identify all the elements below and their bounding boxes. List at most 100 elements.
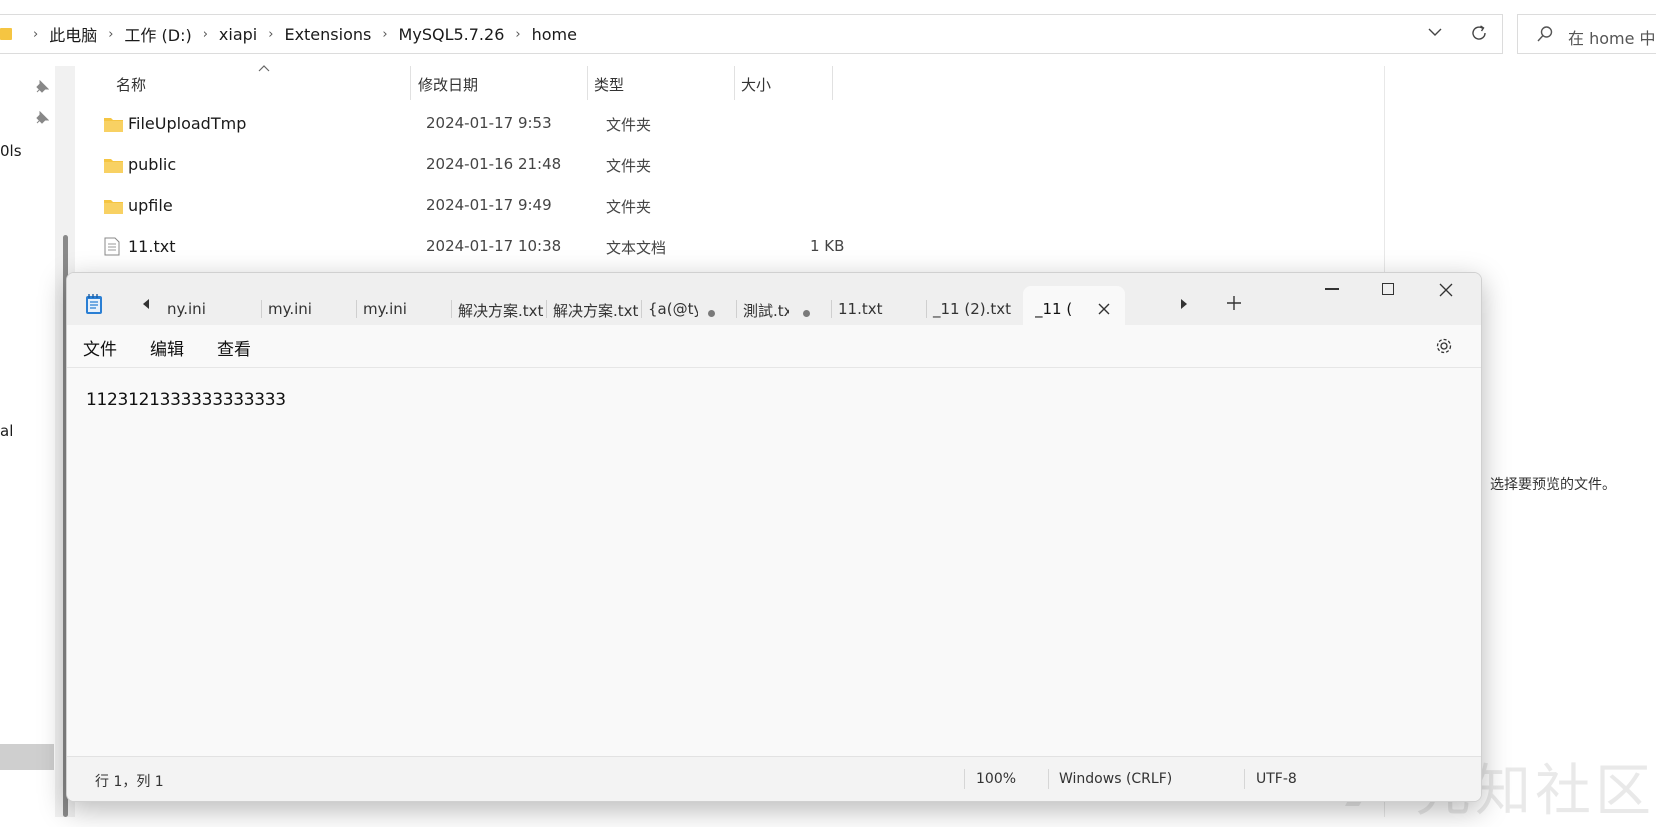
tab-label: my.ini xyxy=(268,300,312,318)
column-divider[interactable] xyxy=(410,66,411,100)
column-header-type[interactable]: 类型 xyxy=(594,74,624,95)
chevron-right-icon[interactable]: › xyxy=(268,27,273,42)
column-divider[interactable] xyxy=(734,66,735,100)
notepad-window[interactable]: ny.ini my.ini my.ini 解决方案.txt 解决方案.txt {… xyxy=(66,272,1482,802)
unsaved-dot-icon xyxy=(803,310,810,317)
column-header-size[interactable]: 大小 xyxy=(741,74,771,95)
chevron-right-icon[interactable]: › xyxy=(382,27,387,42)
tab[interactable]: ny.ini xyxy=(167,286,262,325)
text-editor[interactable]: 1123121333333333333 xyxy=(67,368,1481,756)
search-placeholder: 在 home 中搜 xyxy=(1568,29,1656,48)
pin-icon[interactable] xyxy=(35,80,49,94)
sort-up-icon xyxy=(258,65,270,72)
column-divider[interactable] xyxy=(587,66,588,100)
folder-icon xyxy=(104,118,123,132)
menu-file[interactable]: 文件 xyxy=(83,335,117,360)
gear-icon[interactable] xyxy=(1435,337,1453,355)
file-type: 文件夹 xyxy=(606,116,652,134)
tab-label: 解决方案.txt xyxy=(553,302,639,320)
title-bar[interactable]: ny.ini my.ini my.ini 解决方案.txt 解决方案.txt {… xyxy=(67,273,1481,325)
editor-content[interactable]: 1123121333333333333 xyxy=(86,390,286,410)
status-divider xyxy=(1048,769,1049,789)
menu-edit[interactable]: 编辑 xyxy=(150,335,184,360)
column-header-date[interactable]: 修改日期 xyxy=(418,74,478,95)
breadcrumb-item[interactable]: 此电脑 xyxy=(49,22,97,46)
tab-label: 解决方案.txt xyxy=(458,302,544,320)
tab[interactable]: my.ini xyxy=(357,286,452,325)
folder-icon xyxy=(104,159,123,173)
column-header-name[interactable]: 名称 xyxy=(116,74,146,95)
file-date: 2024-01-17 9:49 xyxy=(426,196,552,214)
tab-label: 11.txt xyxy=(838,300,883,318)
tab-scroll-right-icon[interactable] xyxy=(1179,299,1189,309)
tab-label: 測試.tx xyxy=(743,302,789,320)
tab-label: _11 (2).txt xyxy=(933,300,1012,318)
file-row[interactable]: 11.txt 2024-01-17 10:38 文本文档 1 KB xyxy=(104,227,1384,267)
file-row[interactable]: upfile 2024-01-17 9:49 文件夹 xyxy=(104,186,1384,226)
tab-label: my.ini xyxy=(363,300,407,318)
chevron-right-icon[interactable]: › xyxy=(515,27,520,42)
tab[interactable]: 測試.tx xyxy=(737,286,832,325)
chevron-right-icon[interactable]: › xyxy=(203,27,208,42)
file-size: 1 KB xyxy=(810,237,845,255)
column-divider[interactable] xyxy=(832,66,833,100)
tab-active[interactable]: _11 (2) xyxy=(1023,286,1125,325)
file-name: public xyxy=(128,155,177,174)
pin-icon[interactable] xyxy=(35,111,49,125)
file-date: 2024-01-17 9:53 xyxy=(426,114,552,132)
tab[interactable]: {a(@ty xyxy=(642,286,737,325)
refresh-icon[interactable] xyxy=(1469,23,1489,43)
breadcrumb-item[interactable]: home xyxy=(532,25,577,44)
status-divider xyxy=(1244,769,1245,789)
text-file-icon xyxy=(104,237,120,256)
breadcrumb-item[interactable]: MySQL5.7.26 xyxy=(399,25,505,44)
tab[interactable]: 解决方案.txt xyxy=(452,286,547,325)
nav-item-label[interactable]: al xyxy=(0,422,13,440)
maximize-icon[interactable] xyxy=(1382,283,1394,295)
preview-message: 选择要预览的文件。 xyxy=(1490,477,1616,493)
tab-label: {a(@ty xyxy=(648,300,698,318)
tab[interactable]: 解决方案.txt xyxy=(547,286,642,325)
breadcrumb-item[interactable]: xiapi xyxy=(219,25,257,44)
minimize-icon[interactable] xyxy=(1325,288,1339,290)
chevron-right-icon[interactable]: › xyxy=(108,27,113,42)
zoom-level[interactable]: 100% xyxy=(976,771,1016,787)
nav-selected-item[interactable] xyxy=(0,744,54,770)
search-input[interactable]: 在 home 中搜 xyxy=(1517,14,1656,54)
file-type: 文本文档 xyxy=(606,239,667,257)
line-ending[interactable]: Windows (CRLF) xyxy=(1059,771,1172,787)
tab-label: ny.ini xyxy=(167,300,206,318)
unsaved-dot-icon xyxy=(708,310,715,317)
search-icon xyxy=(1537,26,1553,42)
status-bar: 行 1，列 1 100% Windows (CRLF) UTF-8 xyxy=(67,756,1481,801)
menu-bar: 文件 编辑 查看 xyxy=(67,325,1481,368)
folder-icon xyxy=(104,200,123,214)
file-row[interactable]: FileUploadTmp 2024-01-17 9:53 文件夹 xyxy=(104,104,1384,144)
breadcrumb-item[interactable]: 工作 (D:) xyxy=(124,22,191,46)
status-divider xyxy=(964,769,965,789)
encoding[interactable]: UTF-8 xyxy=(1256,771,1297,787)
file-row[interactable]: public 2024-01-16 21:48 文件夹 xyxy=(104,145,1384,185)
navigation-pane: 0ls al xyxy=(0,66,55,817)
file-name: upfile xyxy=(128,196,173,215)
tab-scroll-left-icon[interactable] xyxy=(141,299,151,309)
tab-label: _11 (2) xyxy=(1035,300,1073,318)
tab[interactable]: _11 (2).txt xyxy=(927,286,1022,325)
address-bar[interactable]: › 此电脑 › 工作 (D:) › xiapi › Extensions › M… xyxy=(0,14,1503,54)
tab[interactable]: 11.txt xyxy=(832,286,927,325)
file-type: 文件夹 xyxy=(606,157,652,175)
window-close-icon[interactable] xyxy=(1439,283,1453,297)
tab[interactable]: my.ini xyxy=(262,286,357,325)
notepad-app-icon xyxy=(86,294,102,314)
menu-view[interactable]: 查看 xyxy=(217,335,251,360)
chevron-right-icon[interactable]: › xyxy=(33,27,38,42)
chevron-down-icon[interactable] xyxy=(1428,25,1442,39)
breadcrumb: › 此电脑 › 工作 (D:) › xiapi › Extensions › M… xyxy=(0,15,577,53)
cursor-position: 行 1，列 1 xyxy=(95,774,164,790)
file-type: 文件夹 xyxy=(606,198,652,216)
close-icon[interactable] xyxy=(1097,302,1111,316)
breadcrumb-item[interactable]: Extensions xyxy=(284,25,371,44)
add-tab-icon[interactable] xyxy=(1226,295,1242,311)
nav-item-label[interactable]: 0ls xyxy=(0,142,22,160)
file-name: 11.txt xyxy=(128,237,176,256)
